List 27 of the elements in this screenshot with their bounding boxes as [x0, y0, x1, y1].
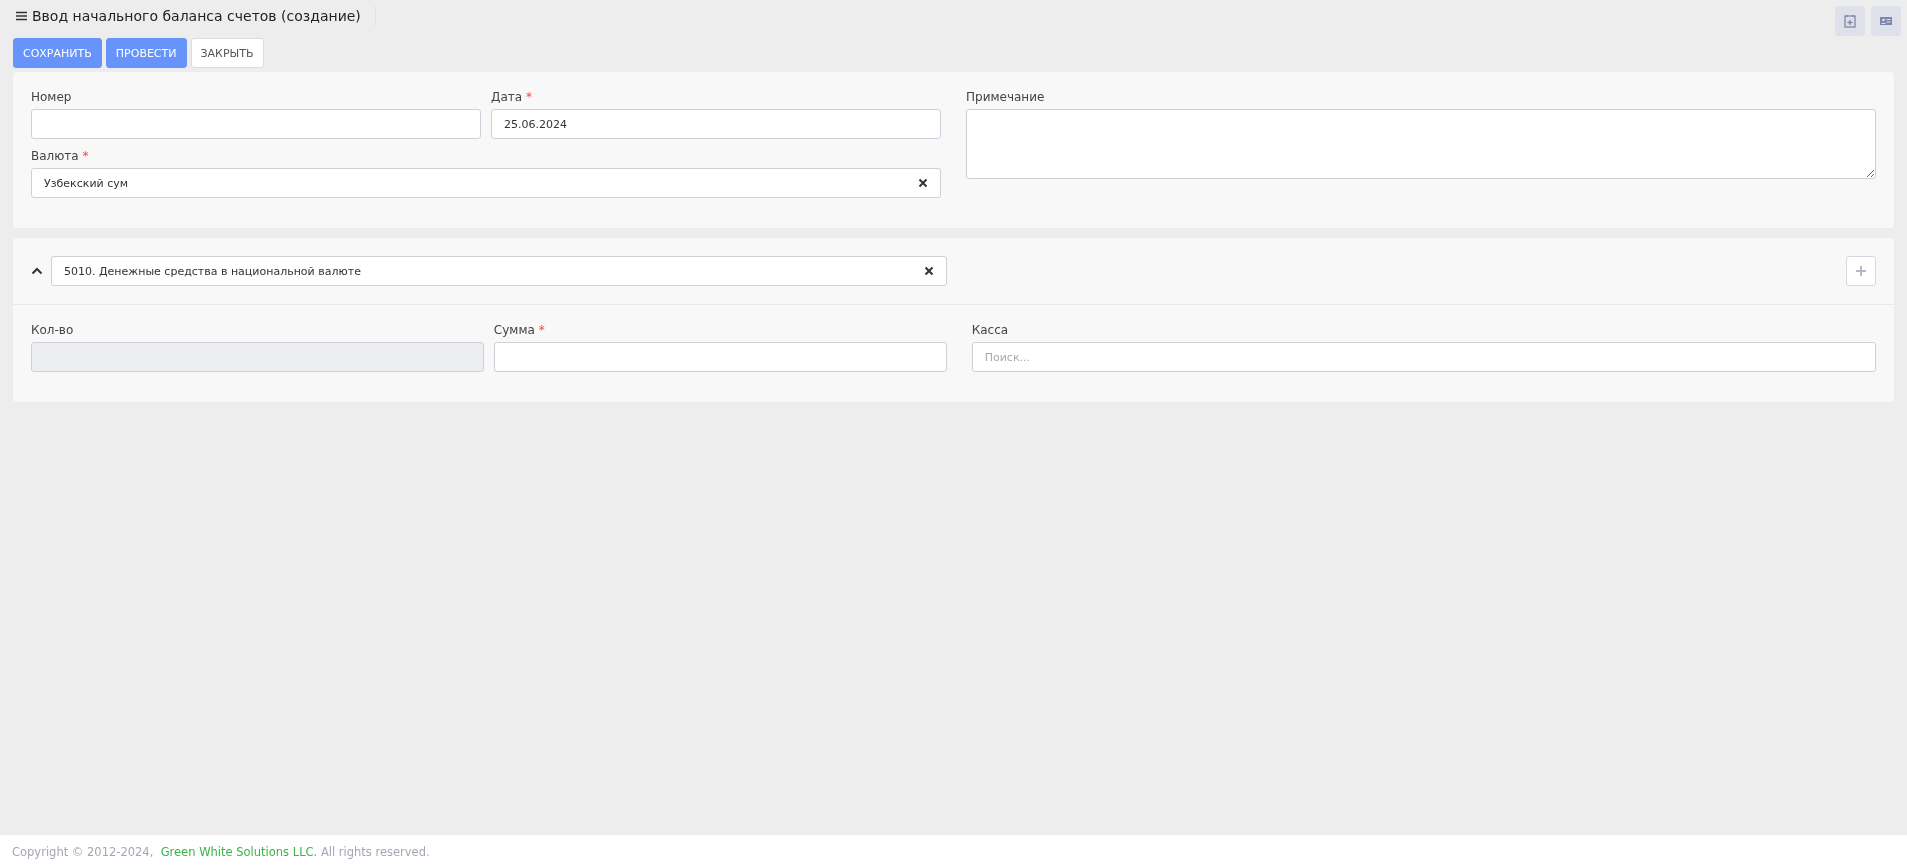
input-field[interactable] [493, 342, 947, 372]
field-label: Сумма * [493, 323, 546, 337]
field-label: Номер [31, 90, 73, 104]
account-select[interactable]: 5010. Денежные средства в национальной валюте [51, 256, 947, 286]
clear-icon[interactable] [924, 266, 934, 276]
number-field[interactable] [31, 109, 481, 139]
id-card-icon [1879, 14, 1893, 28]
input-field[interactable]: Поиск... [971, 342, 1876, 372]
plus-icon [1855, 265, 1867, 277]
field-label: Кол-во [31, 323, 75, 337]
field-label: Валюта * [31, 149, 90, 163]
chevron-up-icon[interactable] [31, 266, 43, 276]
action-button[interactable]: ЗАКРЫТЬ [190, 38, 264, 68]
date-field[interactable]: 25.06.2024 [491, 109, 941, 139]
id-card-button[interactable] [1871, 6, 1901, 36]
title-text: Ввод начального баланса счетов (создание) [32, 8, 361, 24]
currency-select[interactable]: Узбекский сум [31, 168, 941, 198]
field-label: Примечание [966, 90, 1046, 104]
field-label: Дата * [491, 90, 533, 104]
copyright-text: Copyright © 2012-2024, Green White Solutions LLC. All rights reserved. [12, 844, 430, 859]
field-label: Касса [971, 323, 1010, 337]
note-field[interactable] [966, 109, 1876, 179]
clear-icon[interactable] [918, 178, 928, 188]
calendar-add-button[interactable] [1835, 6, 1865, 36]
add-button[interactable] [1846, 256, 1876, 286]
calendar-plus-icon [1843, 14, 1857, 28]
menu-icon[interactable] [16, 11, 27, 21]
